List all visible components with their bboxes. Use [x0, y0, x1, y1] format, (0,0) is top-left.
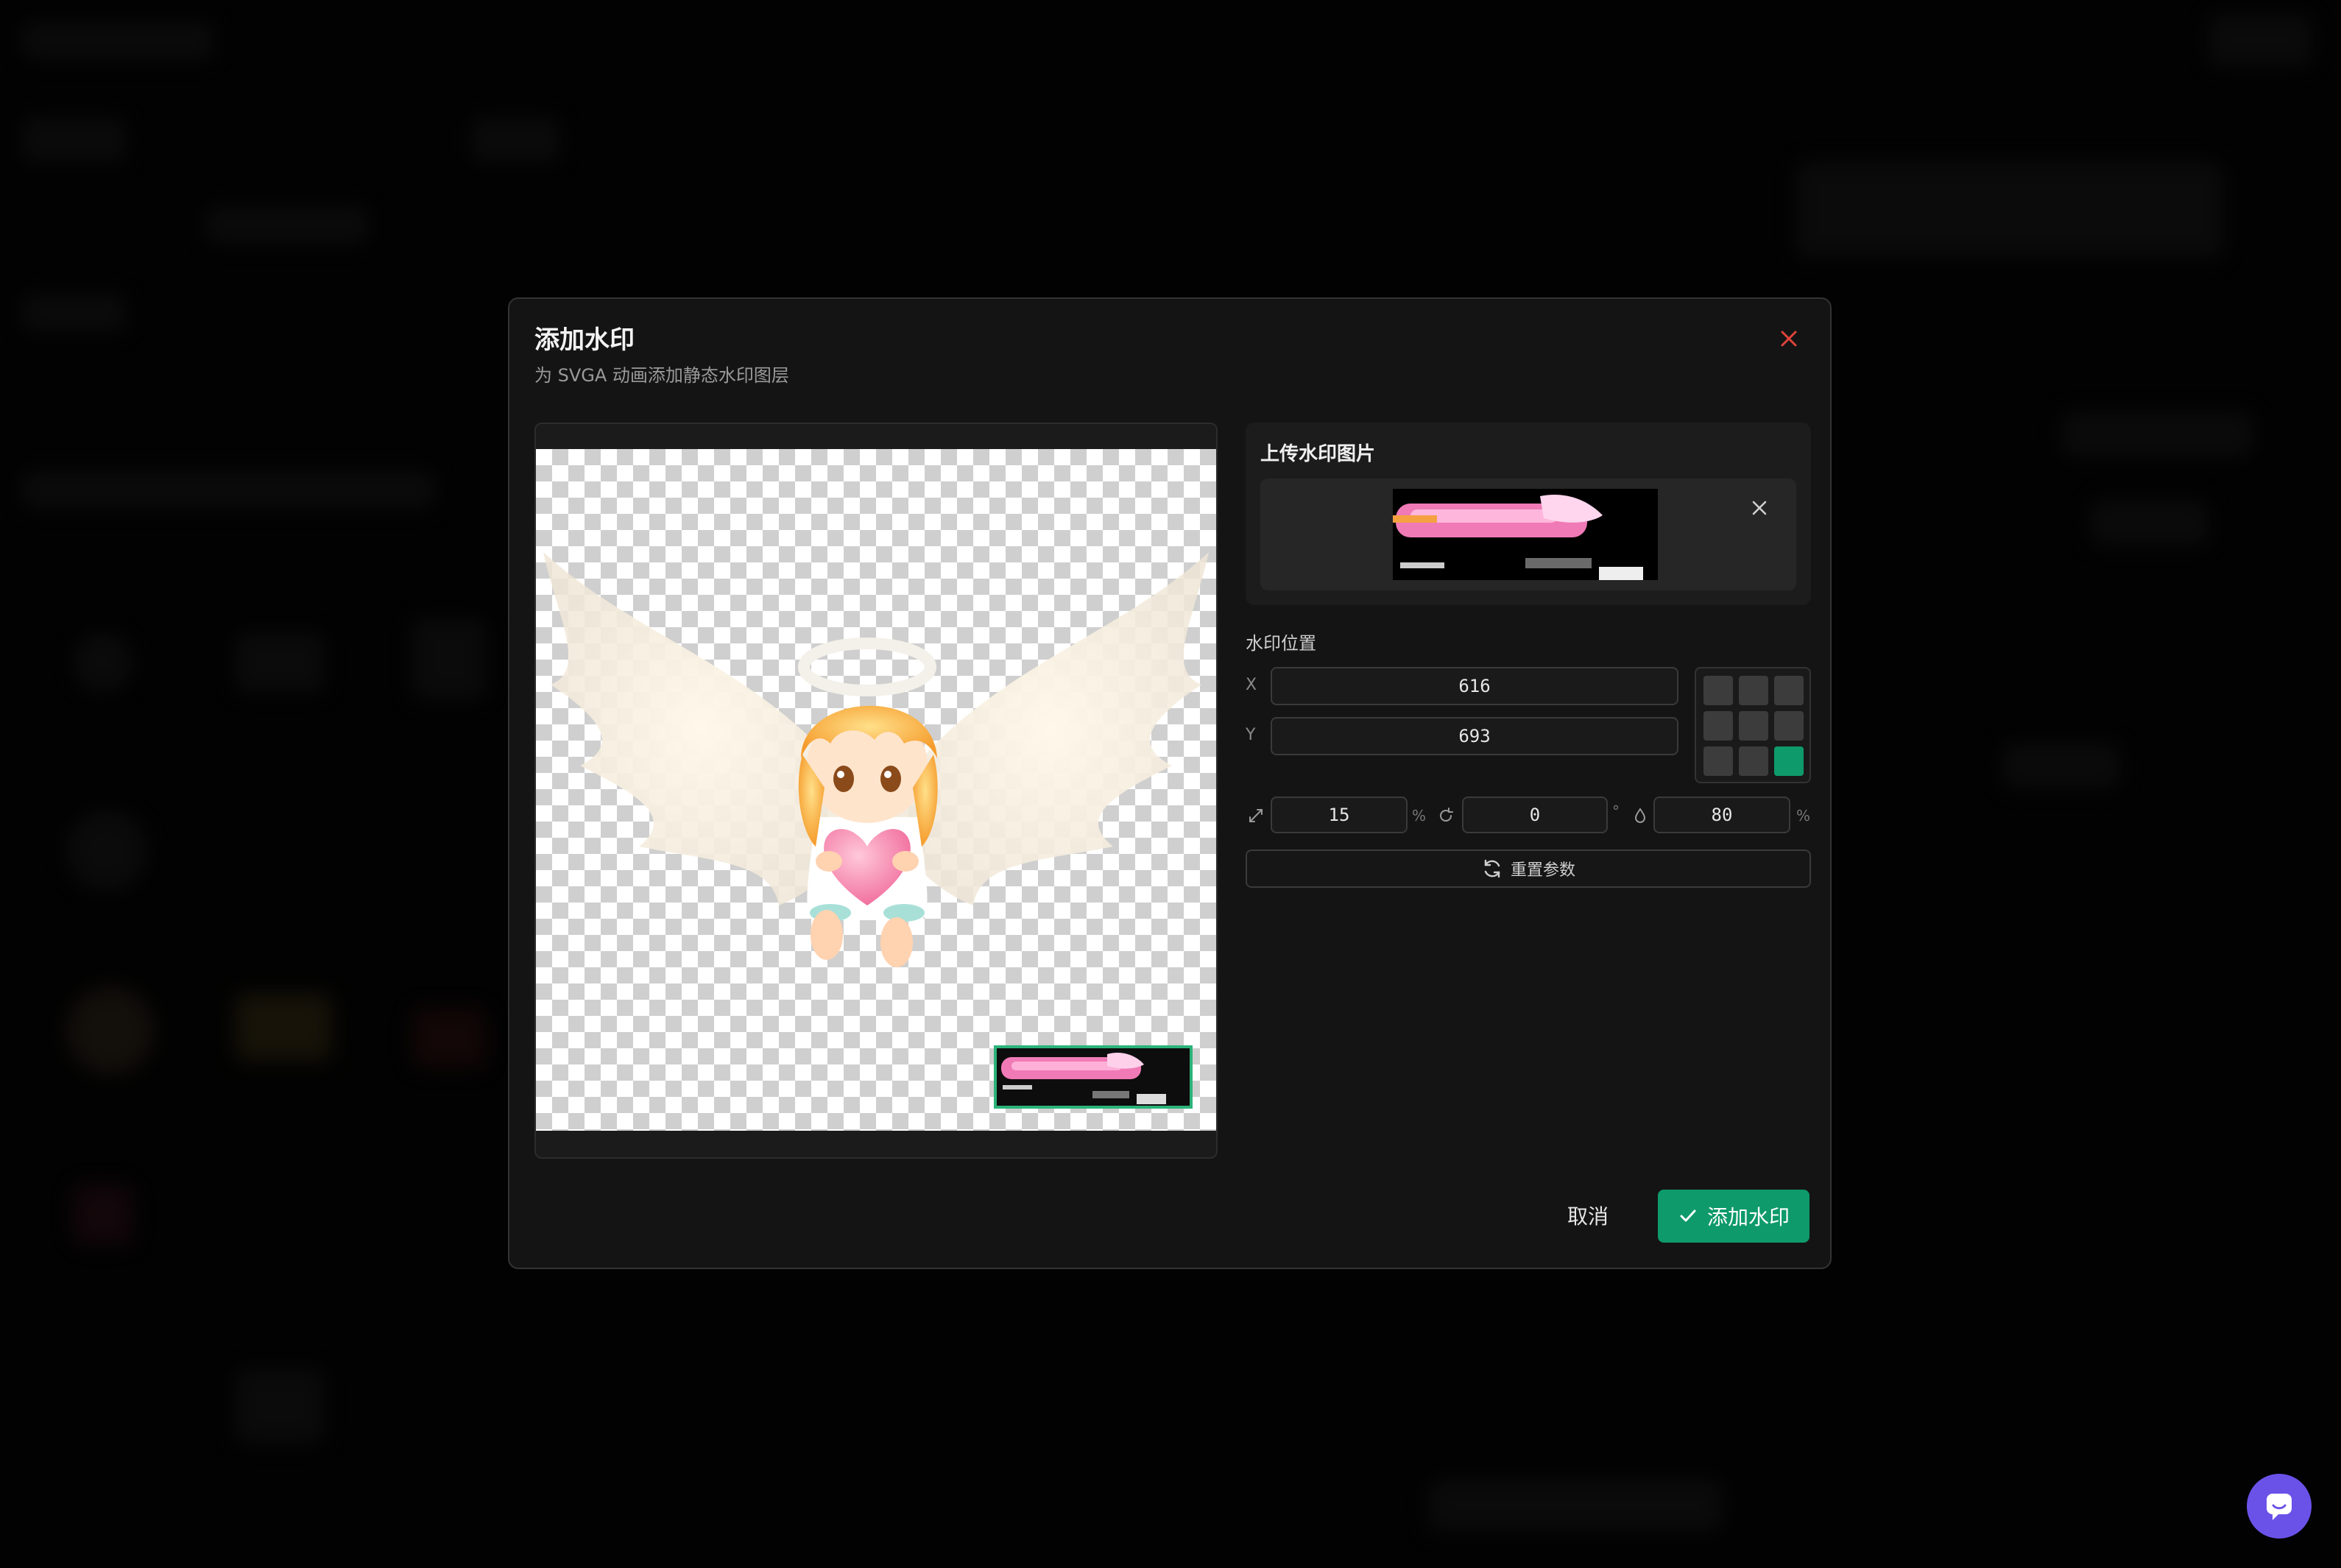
- opacity-unit: %: [1796, 807, 1811, 824]
- scale-icon: [1246, 805, 1266, 826]
- rotate-icon: [1436, 805, 1456, 826]
- dialog-subtitle: 为 SVGA 动画添加静态水印图层: [534, 365, 789, 386]
- opacity-input[interactable]: 80: [1653, 797, 1790, 833]
- add-watermark-button[interactable]: 添加水印: [1658, 1190, 1809, 1243]
- remove-watermark-button[interactable]: [1745, 493, 1774, 523]
- cancel-button[interactable]: 取消: [1540, 1190, 1636, 1241]
- opacity-icon: [1630, 805, 1650, 826]
- scale-input[interactable]: 15: [1271, 797, 1408, 833]
- rotate-input[interactable]: 0: [1462, 797, 1608, 833]
- reset-params-button[interactable]: 重置参数: [1246, 850, 1811, 888]
- reset-params-label: 重置参数: [1510, 861, 1575, 880]
- y-input[interactable]: 693: [1271, 717, 1678, 755]
- anchor-top-center[interactable]: [1739, 676, 1768, 705]
- anchor-grid: [1695, 667, 1811, 783]
- chat-icon: [2267, 1494, 2292, 1520]
- add-watermark-label: 添加水印: [1706, 1205, 1790, 1229]
- anchor-middle-right[interactable]: [1774, 711, 1804, 741]
- chat-support-button[interactable]: [2247, 1474, 2312, 1539]
- settings-panel: 上传水印图片 水印位置 X 616 Y 693 15 % 0 ° 80 % 重置…: [1246, 423, 1811, 888]
- upload-title: 上传水印图片: [1260, 443, 1376, 465]
- close-icon: [1752, 501, 1767, 515]
- anchor-bottom-center[interactable]: [1739, 746, 1768, 776]
- x-label: X: [1246, 676, 1257, 694]
- close-button[interactable]: [1773, 322, 1805, 355]
- upload-dropzone[interactable]: [1260, 478, 1796, 590]
- preview-panel: [534, 423, 1218, 1159]
- anchor-bottom-left[interactable]: [1703, 746, 1733, 776]
- watermark-thumbnail: [1393, 489, 1658, 580]
- refresh-icon: [1484, 859, 1500, 878]
- anchor-top-left[interactable]: [1703, 676, 1733, 705]
- anchor-middle-left[interactable]: [1703, 711, 1733, 741]
- anchor-center[interactable]: [1739, 711, 1768, 741]
- anchor-top-right[interactable]: [1774, 676, 1804, 705]
- watermark-dialog: 添加水印 为 SVGA 动画添加静态水印图层 上传水印图片 水印位置 X 616…: [508, 297, 1832, 1269]
- scale-unit: %: [1412, 807, 1427, 824]
- position-label: 水印位置: [1246, 633, 1316, 654]
- watermark-image: [997, 1048, 1190, 1106]
- x-input[interactable]: 616: [1271, 667, 1678, 705]
- close-icon: [1781, 331, 1797, 347]
- preview-canvas: [536, 449, 1216, 1131]
- dialog-title: 添加水印: [534, 325, 635, 355]
- watermark-overlay[interactable]: [994, 1045, 1193, 1109]
- angel-animation-preview: [543, 552, 1209, 967]
- upload-card: 上传水印图片: [1246, 423, 1811, 605]
- anchor-bottom-right[interactable]: [1774, 746, 1804, 776]
- y-label: Y: [1246, 726, 1256, 744]
- check-icon: [1680, 1209, 1696, 1222]
- rotate-unit: °: [1612, 802, 1620, 820]
